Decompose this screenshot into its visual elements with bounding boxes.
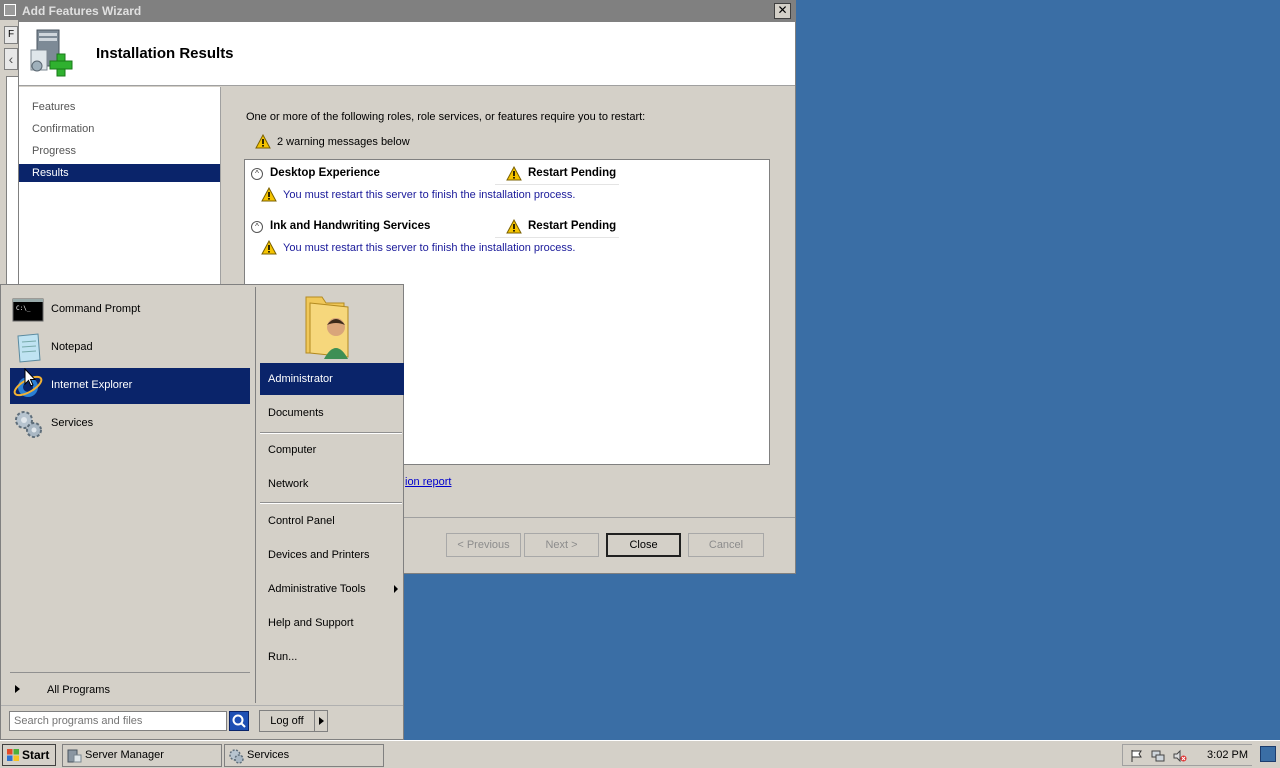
all-programs-label: All Programs [47,684,110,696]
wizard-titlebar[interactable]: Add Features Wizard [19,0,795,22]
result-name: Ink and Handwriting Services [270,220,431,232]
warning-icon [261,239,277,255]
program-label: Internet Explorer [51,379,133,391]
submenu-arrow-icon [394,585,398,593]
server-manager-icon [4,4,16,16]
close-button[interactable]: Close [606,533,681,557]
warning-summary-text: 2 warning messages below [277,136,410,148]
clock[interactable]: 3:02 PM [1207,749,1248,761]
result-row-ink-handwriting[interactable]: ^ Ink and Handwriting Services Restart P… [245,216,769,238]
row-divider [495,184,619,185]
start-menu-programs: C:\_ Command Prompt Notepad Internet Exp… [3,287,254,703]
services-gear-icon [229,749,244,764]
program-notepad[interactable]: Notepad [10,330,250,366]
collapse-chevron-icon[interactable]: ^ [251,168,263,180]
places-help-support[interactable]: Help and Support [260,607,404,639]
step-results[interactable]: Results [19,164,220,182]
user-folder-icon [305,296,349,359]
all-programs[interactable]: All Programs [10,680,250,702]
program-label: Command Prompt [51,303,141,315]
result-status: Restart Pending [528,167,617,179]
back-arrow-icon[interactable]: ‹ [4,48,18,70]
start-menu-bottom-bar: Log off [1,705,403,739]
warning-icon [261,186,277,202]
wizard-title: Add Features Wizard [22,4,142,18]
task-label: Services [247,749,290,761]
programs-separator [10,672,250,673]
start-menu-places: Administrator Documents Computer Network… [255,287,404,703]
network-icon[interactable] [1151,749,1165,763]
start-menu: C:\_ Command Prompt Notepad Internet Exp… [0,284,404,740]
places-control-panel[interactable]: Control Panel [260,505,404,537]
show-desktop-button[interactable] [1260,746,1276,762]
volume-muted-icon[interactable] [1173,749,1187,763]
places-administrative-tools[interactable]: Administrative Tools [260,573,404,605]
start-label: Start [22,748,50,762]
warning-icon [506,219,522,234]
arrow-right-icon [15,685,20,693]
start-search-input[interactable] [9,711,227,731]
places-administrator[interactable]: Administrator [260,363,404,395]
wizard-step-list: Features Confirmation Progress Results [19,87,221,287]
admin-tools-label: Administrative Tools [268,583,366,595]
wizard-close-button[interactable]: ✕ [774,3,791,19]
step-progress[interactable]: Progress [19,142,220,160]
result-message-text: You must restart this server to finish t… [283,242,576,254]
mouse-cursor-icon [24,368,36,387]
warning-icon [506,166,522,181]
places-computer[interactable]: Computer [260,434,404,466]
start-button[interactable]: Start [2,744,56,766]
command-prompt-icon: C:\_ [12,298,44,322]
result-message: You must restart this server to finish t… [261,239,575,258]
page-title: Installation Results [96,45,234,62]
result-message-text: You must restart this server to finish t… [283,189,576,201]
cancel-button[interactable]: Cancel [688,533,764,557]
program-label: Services [51,417,94,429]
program-label: Notepad [51,341,93,353]
program-services[interactable]: Services [10,406,250,442]
log-off-button[interactable]: Log off [259,710,315,732]
svg-text:C:\_: C:\_ [16,305,31,312]
windows-flag-icon [7,749,19,761]
places-devices-printers[interactable]: Devices and Printers [260,539,404,571]
search-icon[interactable] [229,711,249,731]
program-command-prompt[interactable]: C:\_ Command Prompt [10,292,250,328]
step-features[interactable]: Features [19,98,220,116]
result-name: Desktop Experience [270,167,380,179]
task-label: Server Manager [85,749,164,761]
places-separator [260,502,402,504]
notification-area: 3:02 PM [1122,744,1252,766]
result-row-desktop-experience[interactable]: ^ Desktop Experience Restart Pending [245,163,769,185]
taskbar-services[interactable]: Services [224,744,384,767]
services-gear-icon [15,411,42,438]
action-center-flag-icon[interactable] [1129,749,1143,763]
row-divider [495,237,619,238]
program-internet-explorer[interactable]: Internet Explorer [10,368,250,404]
step-confirmation[interactable]: Confirmation [19,120,220,138]
file-menu[interactable]: F [4,26,18,44]
taskbar-server-manager[interactable]: Server Manager [62,744,222,767]
places-run[interactable]: Run... [260,641,404,673]
places-documents[interactable]: Documents [260,397,404,429]
results-intro-text: One or more of the following roles, role… [246,111,646,123]
shutdown-options-arrow-icon[interactable] [314,710,328,732]
places-network[interactable]: Network [260,468,404,500]
server-manager-icon [67,749,82,763]
result-status: Restart Pending [528,220,617,232]
notepad-icon [17,333,41,363]
wizard-header: Installation Results [19,22,795,86]
taskbar: Start Server Manager Services 3:02 PM [0,740,1280,768]
previous-button[interactable]: < Previous [446,533,521,557]
server-add-icon [30,29,73,77]
collapse-chevron-icon[interactable]: ^ [251,221,263,233]
warning-summary: 2 warning messages below [255,133,410,150]
next-button[interactable]: Next > [524,533,599,557]
result-message: You must restart this server to finish t… [261,186,575,205]
installation-report-link[interactable]: ion report [405,476,451,488]
warning-icon [255,133,271,149]
